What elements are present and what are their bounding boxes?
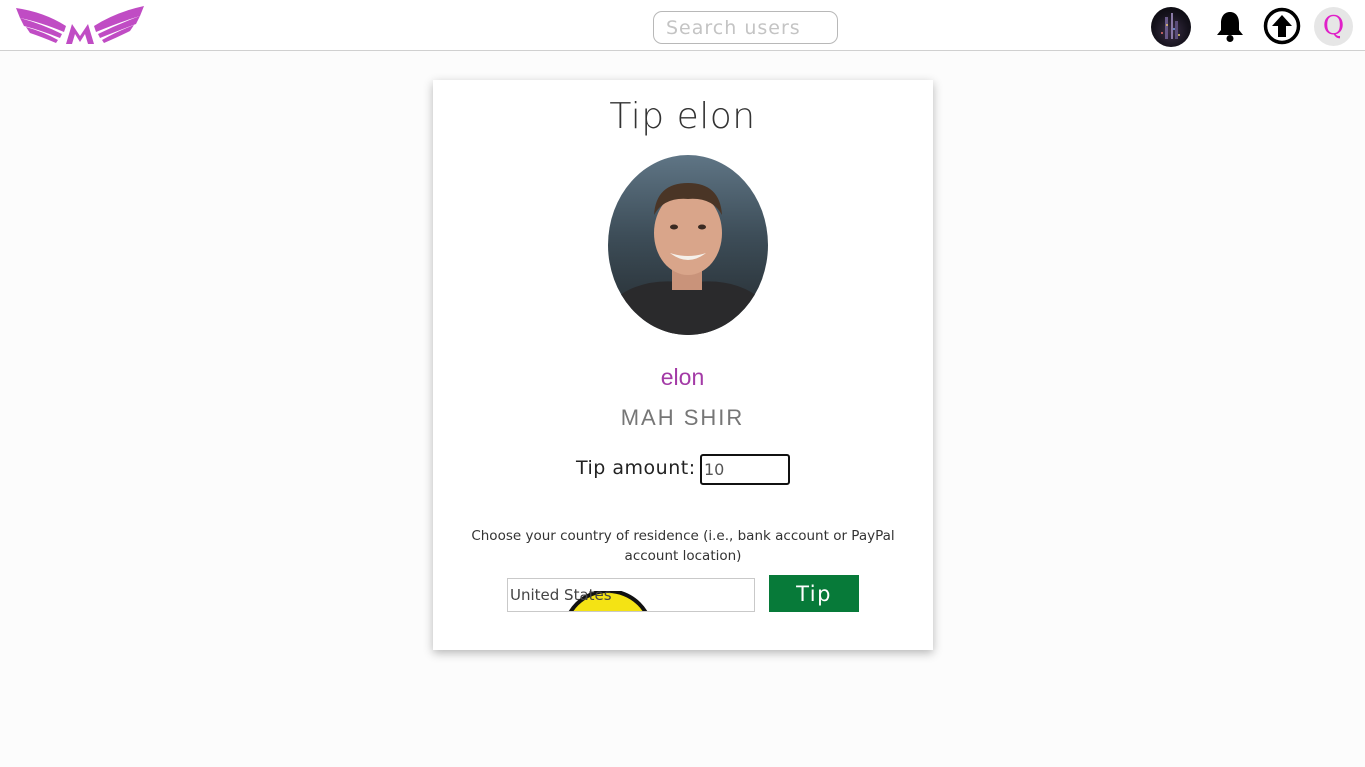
country-instructions: Choose your country of residence (i.e., …	[471, 528, 895, 564]
creator-username[interactable]: elon	[0, 364, 1365, 391]
creator-profile-photo	[608, 155, 768, 335]
user-avatar[interactable]	[1151, 7, 1191, 47]
country-select-value: United States	[510, 586, 612, 604]
profile-menu-button[interactable]: Q	[1314, 7, 1353, 46]
country-select[interactable]: United States	[507, 578, 755, 612]
winged-m-logo[interactable]	[14, 4, 146, 46]
bell-icon[interactable]	[1213, 9, 1247, 43]
upload-arrow-icon[interactable]	[1263, 7, 1301, 45]
tip-submit-button[interactable]: Tip	[769, 575, 859, 612]
avatar-image	[1161, 13, 1180, 39]
tip-amount-label: Tip amount:	[576, 457, 696, 479]
tip-amount-input[interactable]	[700, 454, 790, 485]
creator-display-name: MAH SHIR	[620, 405, 745, 430]
search-users-input[interactable]	[653, 11, 838, 44]
top-navigation-bar: Q	[0, 0, 1365, 51]
page-title: Tip elon	[609, 96, 756, 137]
